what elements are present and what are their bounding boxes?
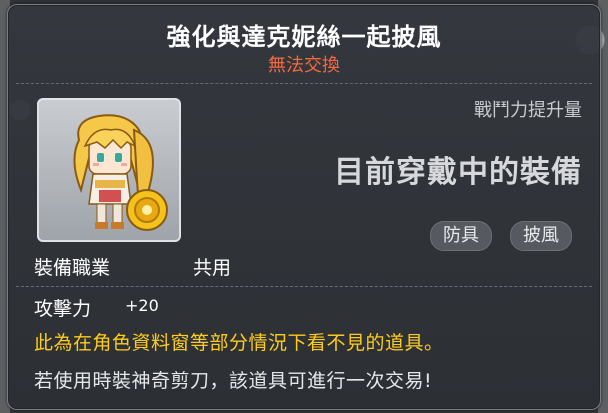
trade-scissors-note: 若使用時裝神奇剪刀，該道具可進行一次交易! (34, 370, 433, 392)
job-label: 裝備職業 (34, 257, 111, 279)
item-title: 強化與達克妮絲一起披風 (166, 23, 442, 51)
attack-stat-label: 攻擊力 (34, 298, 92, 320)
divider (16, 286, 592, 287)
category-tag-armor: 防具 (430, 221, 492, 251)
attack-stat-value: +20 (125, 296, 159, 315)
hidden-item-note: 此為在角色資料窗等部分情況下看不見的道具。 (34, 332, 444, 354)
item-tooltip: 強化與達克妮絲一起披風 無法交換 戰鬥力提升量 目前穿戴中的裝備 防具 披風 裝… (7, 4, 601, 410)
item-icon-frame (37, 98, 181, 242)
job-value: 共用 (193, 257, 232, 279)
currently-equipped-text: 目前穿戴中的裝備 (334, 155, 582, 190)
darkness-cape-icon (73, 114, 168, 231)
divider (16, 83, 592, 84)
trade-status: 無法交換 (268, 55, 340, 76)
combat-power-label: 戰鬥力提升量 (474, 100, 582, 121)
category-tag-cape: 披風 (510, 221, 572, 251)
